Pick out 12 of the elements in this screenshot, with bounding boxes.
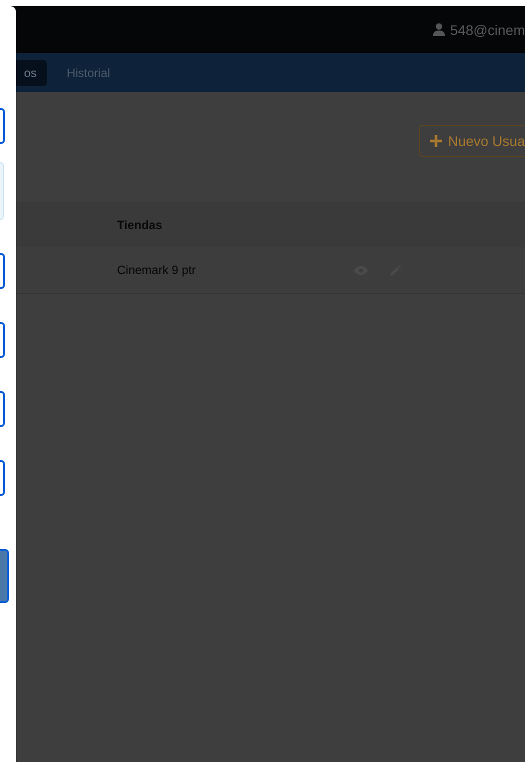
table-cell-text: Cinemark 9 ptr [117,263,197,277]
user-icon [433,23,446,36]
input-field[interactable] [0,391,5,427]
nav-tab[interactable]: Historial [56,60,120,86]
input-field[interactable] [0,253,5,289]
new-user-button[interactable]: Nuevo Usua [418,125,525,157]
input-field[interactable] [0,460,5,496]
input-field[interactable] [0,108,5,144]
user-email[interactable]: 548@cinem [450,22,525,38]
input-field[interactable] [0,322,5,358]
plus-icon [430,135,442,147]
nav-tab[interactable]: os [14,60,47,86]
